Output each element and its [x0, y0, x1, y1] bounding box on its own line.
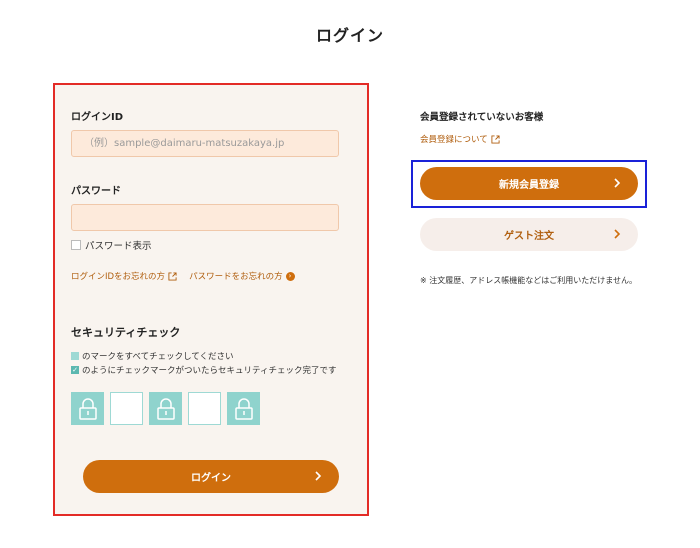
security-tile-lock[interactable]: [71, 392, 104, 425]
register-about-text: 会員登録について: [420, 135, 488, 145]
login-submit-button[interactable]: ログイン: [83, 460, 339, 493]
external-link-icon: [168, 271, 177, 281]
security-tile-lock[interactable]: [227, 392, 260, 425]
security-tiles: [71, 392, 266, 425]
guest-order-button[interactable]: ゲスト注文: [420, 218, 638, 251]
password-label: パスワード: [71, 186, 121, 197]
security-tile-empty[interactable]: [110, 392, 143, 425]
register-about-link[interactable]: 会員登録について: [420, 133, 500, 145]
forgot-id-link[interactable]: ログインIDをお忘れの方: [71, 270, 177, 282]
lock-icon: [234, 397, 253, 420]
chevron-right-icon: [315, 471, 322, 481]
lock-icon: [78, 397, 97, 420]
circle-arrow-icon: ›: [285, 271, 295, 281]
lock-icon: [156, 397, 175, 420]
instruction-1-text: のマークをすべてチェックしてください: [82, 352, 234, 362]
password-input[interactable]: [71, 204, 339, 231]
forgot-id-text: ログインIDをお忘れの方: [71, 272, 166, 282]
new-member-register-button[interactable]: 新規会員登録: [420, 167, 638, 200]
guest-notice: ※ 注文履歴、アドレス帳機能などはご利用いただけません。: [420, 276, 638, 285]
login-submit-label: ログイン: [191, 473, 231, 484]
guest-order-label: ゲスト注文: [504, 231, 554, 242]
security-tile-lock[interactable]: [149, 392, 182, 425]
login-panel: ログインID パスワード パスワード表示 ログインIDをお忘れの方 パスワードを…: [53, 83, 369, 516]
chevron-right-icon: [614, 178, 621, 188]
checked-square-icon: ✓: [71, 366, 79, 374]
external-link-icon: [491, 134, 500, 144]
show-password-checkbox[interactable]: [71, 240, 81, 250]
instruction-2-text: のようにチェックマークがついたらセキュリティチェック完了です: [82, 366, 337, 376]
security-instruction-2: ✓ のようにチェックマークがついたらセキュリティチェック完了です: [71, 364, 337, 376]
forgot-password-link[interactable]: パスワードをお忘れの方 ›: [189, 270, 295, 282]
login-id-label: ログインID: [71, 112, 124, 123]
chevron-right-icon: [614, 229, 621, 239]
security-tile-empty[interactable]: [188, 392, 221, 425]
security-instruction-1: のマークをすべてチェックしてください: [71, 350, 234, 362]
page-title: ログイン: [315, 26, 384, 45]
register-label: 新規会員登録: [499, 180, 559, 191]
security-check-title: セキュリティチェック: [71, 326, 181, 339]
show-password-label: パスワード表示: [85, 241, 152, 252]
login-id-input[interactable]: [71, 130, 339, 157]
help-links: ログインIDをお忘れの方 パスワードをお忘れの方 ›: [71, 270, 307, 282]
teal-square-icon: [71, 352, 79, 360]
forgot-password-text: パスワードをお忘れの方: [189, 272, 283, 282]
show-password-toggle[interactable]: パスワード表示: [71, 238, 152, 252]
non-member-title: 会員登録されていないお客様: [420, 112, 544, 123]
